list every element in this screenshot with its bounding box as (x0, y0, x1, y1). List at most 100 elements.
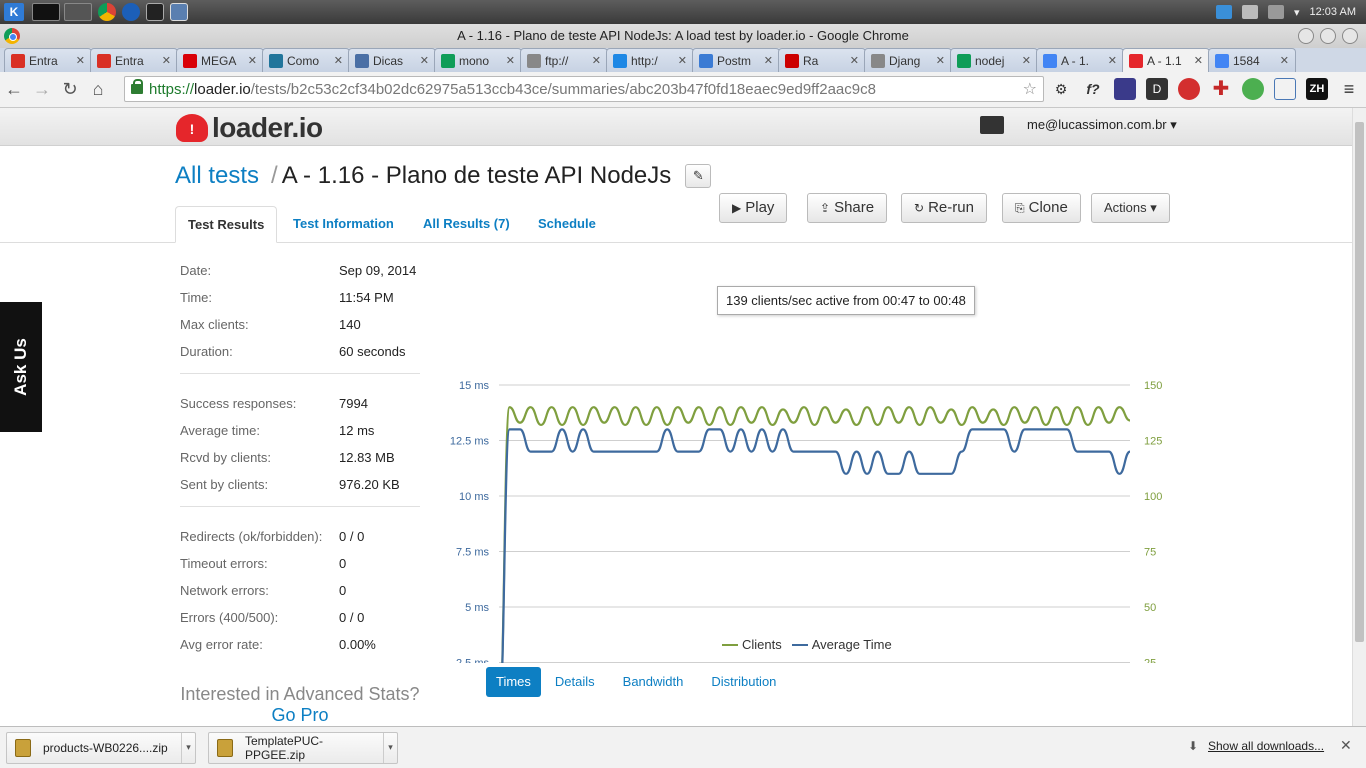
google-icon (1215, 53, 1229, 68)
tab-close-icon[interactable]: ✕ (1108, 54, 1117, 67)
tab-close-icon[interactable]: ✕ (592, 54, 601, 67)
browser-tab[interactable]: Dicas ✕ (348, 48, 436, 72)
zh-extension-icon[interactable]: ZH (1306, 78, 1328, 100)
download-menu-icon[interactable]: ▾ (383, 732, 397, 763)
screen-extension-icon[interactable] (1274, 78, 1296, 100)
settings-gear-icon[interactable]: ⚙ (1050, 78, 1072, 100)
clone-button[interactable]: ⎘ Clone (1002, 193, 1081, 223)
browser-tab[interactable]: ftp:// ✕ (520, 48, 608, 72)
legend-clients[interactable]: Clients (722, 637, 782, 652)
tab-label: A - 1. (1061, 53, 1090, 68)
wifi-icon[interactable] (1267, 5, 1284, 19)
tab-close-icon[interactable]: ✕ (506, 54, 515, 67)
chart-tab-details[interactable]: Details (541, 667, 609, 697)
edit-pencil-icon[interactable]: ✎ (685, 164, 712, 188)
download-item[interactable]: products-WB0226....zip ▾ (6, 731, 196, 764)
tab-close-icon[interactable]: ✕ (764, 54, 773, 67)
all-tests-link[interactable]: All tests (175, 162, 259, 190)
close-shelf-icon[interactable]: ✕ (1340, 737, 1352, 754)
tray-expand-icon[interactable]: ▾ (1294, 6, 1300, 19)
y-left-tick-label: 7.5 ms (456, 547, 490, 559)
volume-icon[interactable] (1241, 5, 1258, 19)
sky-extension-icon[interactable] (1114, 78, 1136, 100)
tab-close-icon[interactable]: ✕ (678, 54, 687, 67)
calendar-launcher-icon[interactable] (170, 3, 188, 21)
user-menu[interactable]: me@lucassimon.com.br ▾ (1027, 117, 1177, 133)
browser-tab[interactable]: MEGA ✕ (176, 48, 264, 72)
average-time-series-line (501, 428, 1131, 663)
browser-tab[interactable]: Djang ✕ (864, 48, 952, 72)
tab-close-icon[interactable]: ✕ (1194, 54, 1203, 67)
tab-close-icon[interactable]: ✕ (334, 54, 343, 67)
tab-label: http:/ (631, 53, 658, 68)
browser-tab[interactable]: Ra ✕ (778, 48, 866, 72)
tab-close-icon[interactable]: ✕ (1280, 54, 1289, 67)
tab-close-icon[interactable]: ✕ (420, 54, 429, 67)
download-item[interactable]: TemplatePUC-PPGEE.zip ▾ (208, 731, 398, 764)
messages-icon[interactable] (980, 116, 1004, 134)
chart-tab-times[interactable]: Times (486, 667, 541, 697)
page-scrollbar[interactable] (1352, 108, 1366, 726)
download-menu-icon[interactable]: ▾ (181, 732, 195, 763)
desktop-pager-2[interactable] (64, 3, 92, 21)
tab-schedule[interactable]: Schedule (526, 206, 608, 243)
hangouts-extension-icon[interactable] (1242, 78, 1264, 100)
close-window-icon[interactable] (1342, 28, 1358, 44)
go-pro-link[interactable]: Go Pro (180, 705, 420, 726)
chrome-menu-icon[interactable]: ≡ (1338, 78, 1360, 100)
chart-tab-bandwidth[interactable]: Bandwidth (609, 667, 698, 697)
maximize-icon[interactable] (1320, 28, 1336, 44)
browser-tab[interactable]: A - 1. ✕ (1036, 48, 1124, 72)
tab-test-information[interactable]: Test Information (281, 206, 406, 243)
rerun-button[interactable]: ↻ Re-run (901, 193, 987, 223)
desktop-pager-1[interactable] (32, 3, 60, 21)
browser-tab[interactable]: http:/ ✕ (606, 48, 694, 72)
share-button[interactable]: ⇪ Share (807, 193, 888, 223)
formula-extension-icon[interactable]: f? (1082, 78, 1104, 100)
browser-tab[interactable]: mono ✕ (434, 48, 522, 72)
browser-tab[interactable]: Postm ✕ (692, 48, 780, 72)
tab-close-icon[interactable]: ✕ (76, 54, 85, 67)
browser-tab[interactable]: Entra ✕ (4, 48, 92, 72)
actions-dropdown[interactable]: Actions ▾ (1091, 193, 1170, 223)
bookmark-star-icon[interactable]: ☆ (1023, 79, 1037, 99)
play-button[interactable]: ▶ Play (719, 193, 788, 223)
forward-icon[interactable]: → (28, 79, 56, 100)
legend-clients-swatch (722, 643, 738, 646)
chart-tab-distribution[interactable]: Distribution (697, 667, 790, 697)
scrollbar-thumb[interactable] (1355, 122, 1364, 642)
dropbox-icon[interactable] (1215, 5, 1232, 19)
plus-extension-icon[interactable]: ✚ (1210, 78, 1232, 100)
browser-tab[interactable]: Entra ✕ (90, 48, 178, 72)
window-title-bar: A - 1.16 - Plano de teste API NodeJs: A … (0, 24, 1366, 48)
browser-tab[interactable]: A - 1.1 ✕ (1122, 48, 1210, 72)
chrome-launcher-icon[interactable] (98, 3, 116, 21)
clock[interactable]: 12:03 AM (1310, 6, 1356, 18)
legend-average-time[interactable]: Average Time (791, 637, 892, 652)
reload-icon[interactable]: ↻ (56, 79, 84, 100)
show-all-downloads-link[interactable]: Show all downloads... (1208, 739, 1324, 753)
kde-menu-icon[interactable]: K (4, 3, 24, 21)
back-icon[interactable]: ← (0, 79, 28, 100)
minimize-icon[interactable] (1298, 28, 1314, 44)
power-extension-icon[interactable] (1178, 78, 1200, 100)
terminal-launcher-icon[interactable] (146, 3, 164, 21)
browser-tab[interactable]: 1584 ✕ (1208, 48, 1296, 72)
tab-test-results[interactable]: Test Results (175, 206, 278, 243)
loaderio-logo[interactable]: ! loader.io (176, 112, 323, 144)
d5-extension-icon[interactable]: D (1146, 78, 1168, 100)
ask-us-button[interactable]: Ask Us (0, 302, 42, 432)
tab-close-icon[interactable]: ✕ (248, 54, 257, 67)
address-bar[interactable]: https://loader.io/tests/b2c53c2cf34b02dc… (124, 76, 1044, 102)
tab-label: MEGA (201, 53, 237, 68)
tab-close-icon[interactable]: ✕ (1022, 54, 1031, 67)
browser-tab[interactable]: nodej ✕ (950, 48, 1038, 72)
tab-all-results[interactable]: All Results (7) (411, 206, 522, 243)
browser-tab[interactable]: Como ✕ (262, 48, 350, 72)
konqueror-launcher-icon[interactable] (122, 3, 140, 21)
home-icon[interactable]: ⌂ (84, 79, 112, 100)
tab-close-icon[interactable]: ✕ (850, 54, 859, 67)
tab-close-icon[interactable]: ✕ (936, 54, 945, 67)
stat-divider (180, 373, 420, 374)
tab-close-icon[interactable]: ✕ (162, 54, 171, 67)
